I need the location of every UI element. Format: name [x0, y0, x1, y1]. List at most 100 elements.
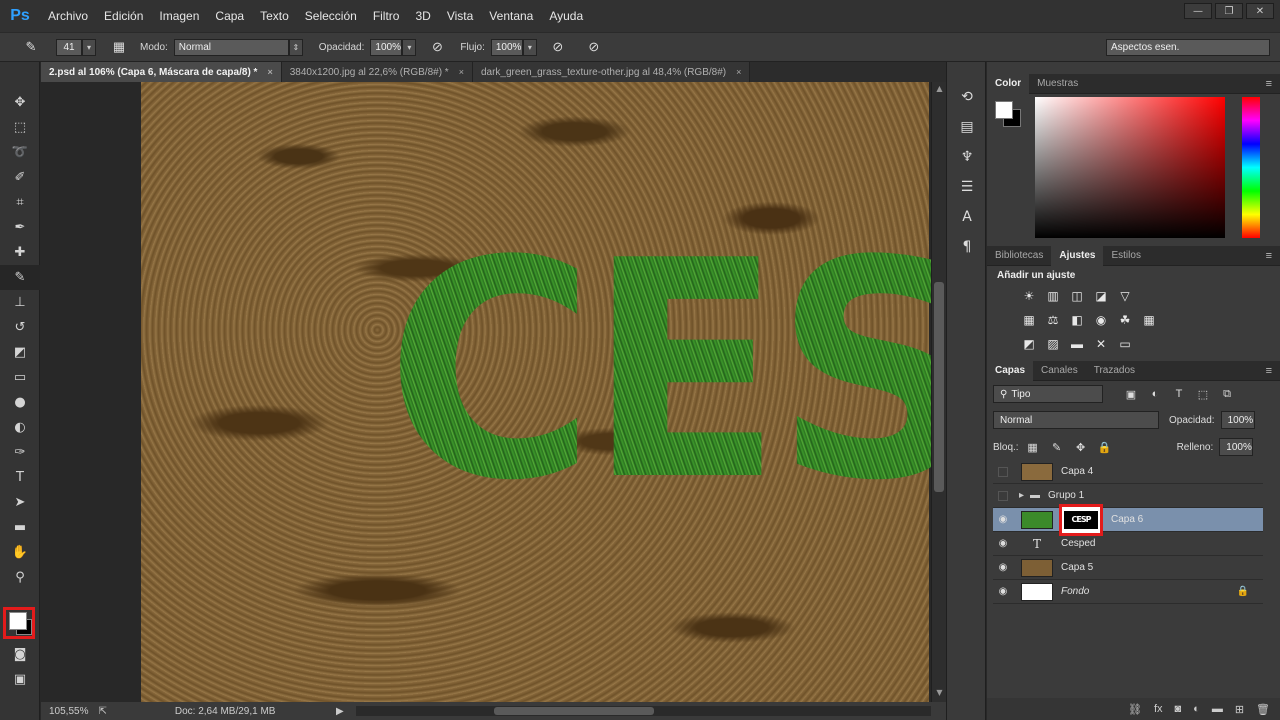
layer-row[interactable]: Capa 4	[993, 460, 1263, 484]
close-button[interactable]: ✕	[1246, 3, 1274, 19]
properties-panel-icon[interactable]: ☰	[947, 172, 987, 202]
channel-mixer-icon[interactable]: ☘	[1117, 312, 1133, 328]
eyedropper-tool-icon[interactable]: ✒	[0, 215, 40, 240]
hue-slider[interactable]	[1242, 97, 1260, 238]
mode-dropdown-arrow[interactable]: ⇕	[288, 38, 303, 56]
eye-icon[interactable]: ◉	[993, 586, 1013, 597]
document-canvas[interactable]: CESP	[141, 82, 931, 702]
invert-icon[interactable]: ◩	[1021, 336, 1037, 352]
doc-tab[interactable]: dark_green_grass_texture-other.jpg al 48…	[472, 62, 751, 82]
link-layers-icon[interactable]: ⛓	[1128, 703, 1142, 716]
brightness-icon[interactable]: ☀	[1021, 288, 1037, 304]
tab-canales[interactable]: Canales	[1033, 361, 1086, 381]
zoom-tool-icon[interactable]: ⚲	[0, 565, 40, 590]
tab-capas[interactable]: Capas	[987, 360, 1034, 381]
color-balance-icon[interactable]: ⚖	[1045, 312, 1061, 328]
tab-muestras[interactable]: Muestras	[1029, 74, 1086, 94]
tab-trazados[interactable]: Trazados	[1086, 361, 1143, 381]
brush-panel-icon[interactable]: ▦	[108, 37, 130, 57]
foreground-color-chip[interactable]	[995, 101, 1013, 119]
flow-dropdown[interactable]: ▾	[522, 38, 537, 56]
pen-tool-icon[interactable]: ✑	[0, 440, 40, 465]
close-icon[interactable]: ×	[736, 67, 741, 77]
brush-size-field[interactable]: 41	[56, 38, 82, 56]
black-white-icon[interactable]: ◧	[1069, 312, 1085, 328]
clone-stamp-tool-icon[interactable]: ⊥	[0, 290, 40, 315]
vibrance-icon[interactable]: ▽	[1117, 288, 1133, 304]
pressure-size-icon[interactable]: ⊘	[583, 37, 605, 57]
menu-ayuda[interactable]: Ayuda	[541, 0, 591, 32]
filter-adjustment-icon[interactable]: ◐	[1147, 386, 1163, 402]
filter-shape-icon[interactable]: ⬚	[1195, 386, 1211, 402]
quick-mask-icon[interactable]: ◙	[0, 642, 40, 667]
menu-texto[interactable]: Texto	[252, 0, 297, 32]
layer-row-selected[interactable]: ◉ CESP Capa 6	[993, 503, 1263, 536]
eye-icon[interactable]: ◉	[993, 514, 1013, 525]
scroll-up-icon[interactable]: ▲	[932, 84, 947, 96]
status-menu-arrow-icon[interactable]: ▶	[336, 706, 344, 717]
menu-edicion[interactable]: Edición	[96, 0, 151, 32]
doc-tab-active[interactable]: 2.psd al 106% (Capa 6, Máscara de capa/8…	[41, 62, 282, 82]
minimize-button[interactable]: —	[1184, 3, 1212, 19]
healing-brush-tool-icon[interactable]: ✚	[0, 240, 40, 265]
flow-field[interactable]: 100%	[490, 38, 523, 56]
zoom-level[interactable]: 105,55%	[49, 706, 88, 717]
layer-style-icon[interactable]: fx	[1154, 703, 1163, 715]
layer-row[interactable]: ◉ Fondo 🔒	[993, 580, 1263, 604]
photo-filter-icon[interactable]: ◉	[1093, 312, 1109, 328]
info-panel-icon[interactable]: ▤	[947, 112, 987, 142]
menu-ventana[interactable]: Ventana	[481, 0, 541, 32]
layer-mask-thumbnail[interactable]: CESP	[1059, 503, 1103, 536]
history-panel-icon[interactable]: ⟲	[947, 82, 987, 112]
move-tool-icon[interactable]: ✥	[0, 90, 40, 115]
menu-3d[interactable]: 3D	[407, 0, 438, 32]
threshold-icon[interactable]: ▬	[1069, 336, 1085, 352]
color-lookup-icon[interactable]: ▦	[1141, 312, 1157, 328]
hand-tool-icon[interactable]: ✋	[0, 540, 40, 565]
menu-seleccion[interactable]: Selección	[297, 0, 365, 32]
quick-selection-tool-icon[interactable]: ✐	[0, 165, 40, 190]
add-mask-icon[interactable]: ◙	[1175, 703, 1182, 715]
layer-row[interactable]: ◉ Capa 5	[993, 556, 1263, 580]
selective-color-icon[interactable]: ✕	[1093, 336, 1109, 352]
eye-icon[interactable]: ◉	[993, 538, 1013, 549]
new-adjustment-icon[interactable]: ◐	[1193, 703, 1200, 715]
lock-all-icon[interactable]: 🔒	[1097, 439, 1113, 455]
export-icon[interactable]: ⇱	[98, 706, 106, 717]
marquee-tool-icon[interactable]: ⬚	[0, 115, 40, 140]
lasso-tool-icon[interactable]: ➰	[0, 140, 40, 165]
levels-icon[interactable]: ▥	[1045, 288, 1061, 304]
color-swatches[interactable]	[3, 607, 35, 639]
hue-saturation-icon[interactable]: ▦	[1021, 312, 1037, 328]
history-brush-tool-icon[interactable]: ↺	[0, 315, 40, 340]
new-group-icon[interactable]: ▬	[1212, 703, 1223, 715]
menu-archivo[interactable]: Archivo	[40, 0, 96, 32]
horizontal-scroll-thumb[interactable]	[494, 707, 654, 715]
airbrush-icon[interactable]: ⊘	[547, 37, 569, 57]
tab-color[interactable]: Color	[987, 73, 1030, 94]
visibility-toggle[interactable]	[993, 489, 1013, 503]
filter-pixel-icon[interactable]: ▣	[1123, 386, 1139, 402]
gradient-map-icon[interactable]: ▭	[1117, 336, 1133, 352]
delete-layer-icon[interactable]: 🗑	[1256, 703, 1270, 716]
layer-row[interactable]: ▸ ▬ Grupo 1	[993, 484, 1263, 508]
restore-button[interactable]: ❐	[1215, 3, 1243, 19]
vertical-scrollbar[interactable]: ▲ ▼	[931, 82, 946, 702]
filter-type-icon[interactable]: T	[1171, 386, 1187, 402]
opacity-dropdown[interactable]: ▾	[402, 38, 417, 56]
tab-bibliotecas[interactable]: Bibliotecas	[987, 246, 1051, 266]
panel-menu-icon[interactable]: ≡	[1266, 365, 1272, 377]
rectangle-tool-icon[interactable]: ▬	[0, 515, 40, 540]
lock-position-icon[interactable]: ✥	[1073, 439, 1089, 455]
paragraph-panel-icon[interactable]: ¶	[947, 232, 987, 262]
layer-row[interactable]: ◉ T Cesped	[993, 532, 1263, 556]
lock-image-icon[interactable]: ✎	[1049, 439, 1065, 455]
curves-icon[interactable]: ◫	[1069, 288, 1085, 304]
path-selection-tool-icon[interactable]: ➤	[0, 490, 40, 515]
eraser-tool-icon[interactable]: ◩	[0, 340, 40, 365]
tab-ajustes[interactable]: Ajustes	[1051, 245, 1104, 266]
filter-smart-object-icon[interactable]: ⧉	[1219, 386, 1235, 402]
doc-tab[interactable]: 3840x1200.jpg al 22,6% (RGB/8#) * ×	[281, 62, 473, 82]
blur-tool-icon[interactable]: ●	[0, 390, 40, 415]
brush-tool-icon[interactable]: ✎	[0, 265, 40, 290]
